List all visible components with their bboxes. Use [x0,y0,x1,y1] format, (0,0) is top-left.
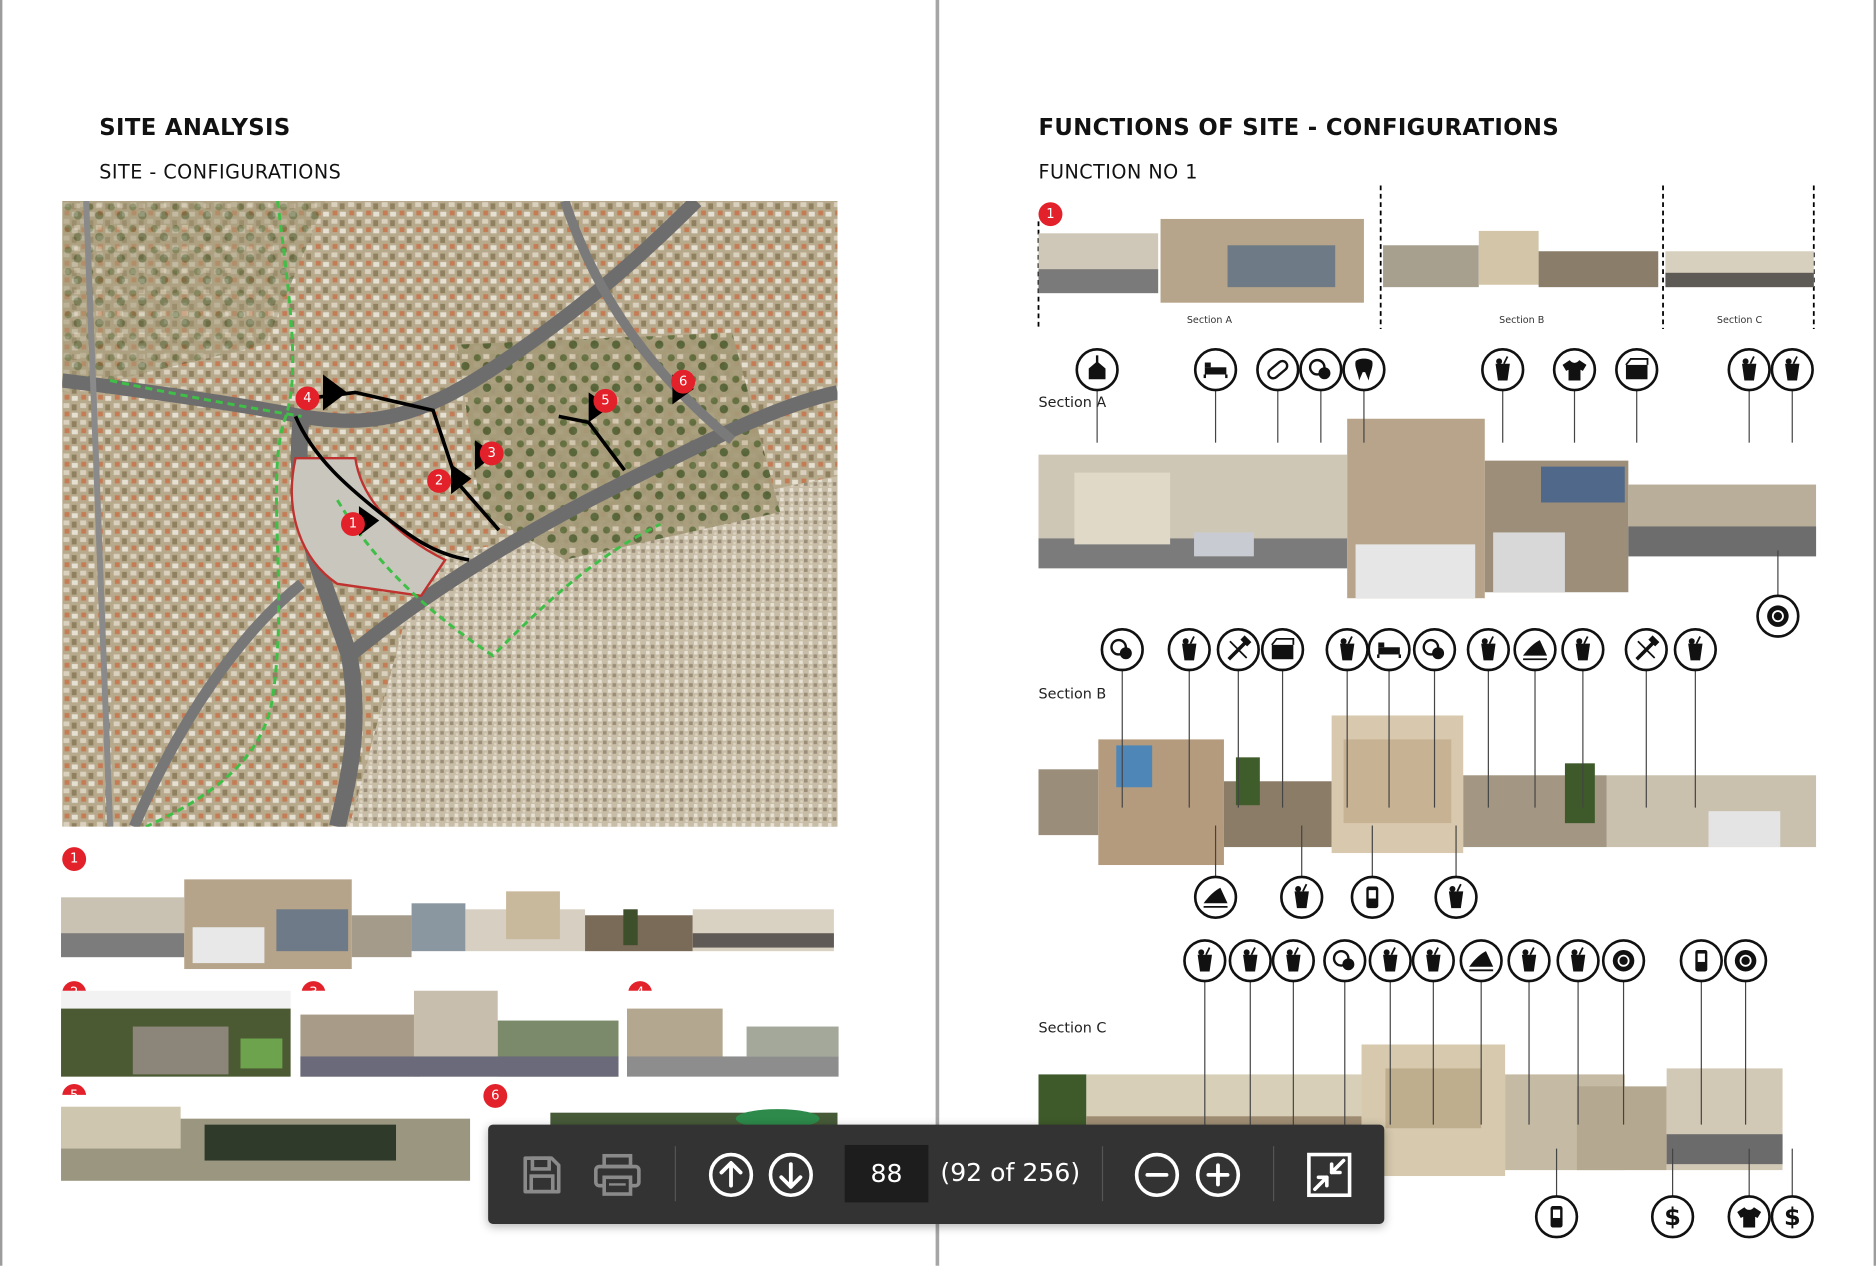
map-marker-3: 3 [479,441,504,466]
dollar-icon: $ [1650,1195,1695,1239]
medicine-icon [1323,939,1367,983]
toolbar-separator [1273,1146,1275,1202]
fit-page-button[interactable] [1303,1149,1356,1202]
page-count-label: (92 of 256) [940,1158,1081,1187]
drink-icon [1271,939,1315,983]
church-icon [1075,348,1119,392]
page-title: FUNCTIONS OF SITE - CONFIGURATIONS [1038,114,1560,142]
section-label-b: Section B [1038,685,1107,703]
drink-icon [1280,875,1324,919]
tooth-icon [1342,348,1386,392]
tools-icon [1216,628,1260,672]
zoom-out-icon [1134,1152,1180,1198]
tools-icon [1624,628,1668,672]
arrow-up-icon [708,1152,754,1198]
section-label-a: Section A [1038,393,1107,411]
zoom-out-button[interactable] [1131,1149,1184,1202]
shirt-icon [1552,348,1597,392]
pizza-icon [1513,628,1557,672]
svg-text:$: $ [1784,1203,1801,1231]
pill-icon [1256,348,1300,392]
svg-text:$: $ [1664,1203,1681,1231]
drink-icon [1368,939,1412,983]
toolbar-separator [1101,1146,1104,1202]
photo-badge-6: 6 [483,1083,508,1108]
drink-icon [1507,939,1551,983]
bed-icon [1193,348,1238,392]
phone-icon [1534,1195,1579,1239]
drink-icon [1556,939,1600,983]
pdf-page-right: FUNCTIONS OF SITE - CONFIGURATIONS FUNCT… [940,0,1876,1266]
drink-icon [1167,628,1211,672]
map-marker-1: 1 [340,512,365,537]
pizza-icon [1193,875,1238,919]
street-photo-2 [61,990,291,1077]
bed-icon [1367,628,1411,672]
toolbar-separator [674,1146,676,1202]
section-b-panorama [1038,715,1817,866]
photo-badge-1: 1 [62,847,87,872]
pdf-page-left: SITE ANALYSIS SITE - CONFIGURATIONS 1 2 … [0,0,936,1266]
save-button[interactable] [516,1149,569,1202]
save-icon [523,1156,561,1194]
drink-icon [1770,348,1814,392]
arrow-down-icon [768,1152,813,1198]
drink-icon [1228,939,1272,983]
map-marker-5: 5 [593,388,618,413]
previous-page-button[interactable] [705,1149,758,1202]
page-title: SITE ANALYSIS [99,114,291,142]
pizza-icon [1459,939,1503,983]
page-subtitle: FUNCTION NO 1 [1038,160,1198,184]
page-number-input[interactable] [844,1144,929,1203]
overview-label-b: Section B [1499,314,1545,326]
street-photo-3 [300,990,619,1077]
page-subtitle: SITE - CONFIGURATIONS [99,160,342,184]
drink-icon [1561,628,1605,672]
page-divider [935,0,940,1266]
overview-label-c: Section C [1716,314,1763,326]
medicine-icon [1100,628,1144,672]
street-photo-5 [61,1094,471,1181]
print-icon [594,1153,641,1196]
drink-icon [1183,939,1227,983]
next-page-button[interactable] [765,1149,818,1202]
street-panorama-1 [61,879,834,970]
dollar-icon: $ [1770,1195,1814,1239]
pdf-viewer: SITE ANALYSIS SITE - CONFIGURATIONS 1 2 … [0,0,1876,1266]
drink-icon [1325,628,1369,672]
page-edge-left [0,0,3,1266]
fit-page-icon [1307,1152,1352,1198]
map-marker-4: 4 [295,386,320,411]
phone-icon [1679,939,1723,983]
phone-icon [1350,875,1394,919]
section-label-c: Section C [1038,1019,1107,1037]
overview-panorama [1037,185,1815,330]
box-icon [1260,628,1305,672]
drink-icon [1481,348,1525,392]
map-marker-2: 2 [427,469,452,493]
aerial-site-map [62,201,838,827]
drink-icon [1673,628,1717,672]
medicine-icon [1299,348,1343,392]
pdf-toolbar: (92 of 256) [488,1124,1385,1224]
restaurant-icon [1601,939,1646,983]
restaurant-icon [1723,939,1768,983]
shirt-icon [1727,1195,1771,1239]
drink-icon [1727,348,1771,392]
drink-icon [1434,875,1478,919]
drink-icon [1411,939,1455,983]
print-button[interactable] [591,1149,644,1202]
box-icon [1615,348,1659,392]
zoom-in-button[interactable] [1192,1149,1245,1202]
overview-label-a: Section A [1186,314,1233,326]
map-marker-6: 6 [671,369,696,394]
section-a-panorama [1038,418,1817,599]
zoom-in-icon [1195,1152,1241,1198]
drink-icon [1466,628,1511,672]
medicine-icon [1412,628,1457,672]
street-photo-4 [626,990,839,1077]
